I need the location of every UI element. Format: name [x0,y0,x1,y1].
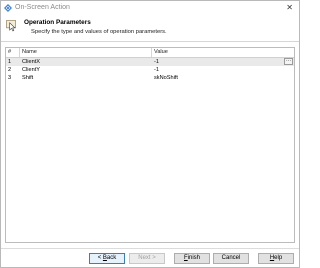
next-button[interactable]: Next > [129,253,165,264]
finish-button[interactable]: Finish [174,253,210,264]
footer-divider [1,248,299,249]
help-button[interactable]: Help [258,253,294,264]
table-row[interactable]: 2 ClientY -1 [6,66,294,74]
row-number: 2 [8,67,12,73]
app-diamond-icon [4,4,12,12]
column-divider[interactable] [19,48,20,57]
param-value[interactable]: skNoShift [154,75,178,81]
column-divider[interactable] [151,48,152,57]
param-value[interactable]: -1 [154,67,159,73]
cancel-button[interactable]: Cancel [213,253,249,264]
table-row[interactable]: 1 ClientX -1 ··· [6,58,294,66]
dialog-window: On-Screen Action ✕ Operation Parameters … [0,0,300,268]
edit-value-button[interactable]: ··· [284,58,293,65]
wizard-header: Operation Parameters Specify the type an… [1,16,299,42]
back-button[interactable]: < Back [89,253,125,264]
help-button-label: elp [274,255,283,261]
row-number: 1 [8,59,12,65]
cursor-icon [6,20,16,32]
window-title: On-Screen Action [15,4,70,11]
param-name: ClientY [22,67,41,73]
column-header-number[interactable]: # [8,49,11,55]
column-header-value[interactable]: Value [154,49,168,55]
row-number: 3 [8,75,12,81]
column-header-name[interactable]: Name [22,49,37,55]
parameters-table[interactable]: # Name Value 1 ClientX -1 ··· 2 ClientY … [5,47,295,243]
param-name: Shift [22,75,34,81]
close-icon[interactable]: ✕ [286,3,293,12]
param-value[interactable]: -1 [154,59,159,65]
back-button-label: ack [106,255,117,261]
finish-button-label: inish [187,255,200,261]
param-name: ClientX [22,59,41,65]
table-row[interactable]: 3 Shift skNoShift [6,74,294,82]
page-title: Operation Parameters [24,19,91,26]
page-subtitle: Specify the type and values of operation… [31,29,167,35]
title-bar[interactable]: On-Screen Action ✕ [1,1,299,16]
table-header: # Name Value [6,48,294,58]
